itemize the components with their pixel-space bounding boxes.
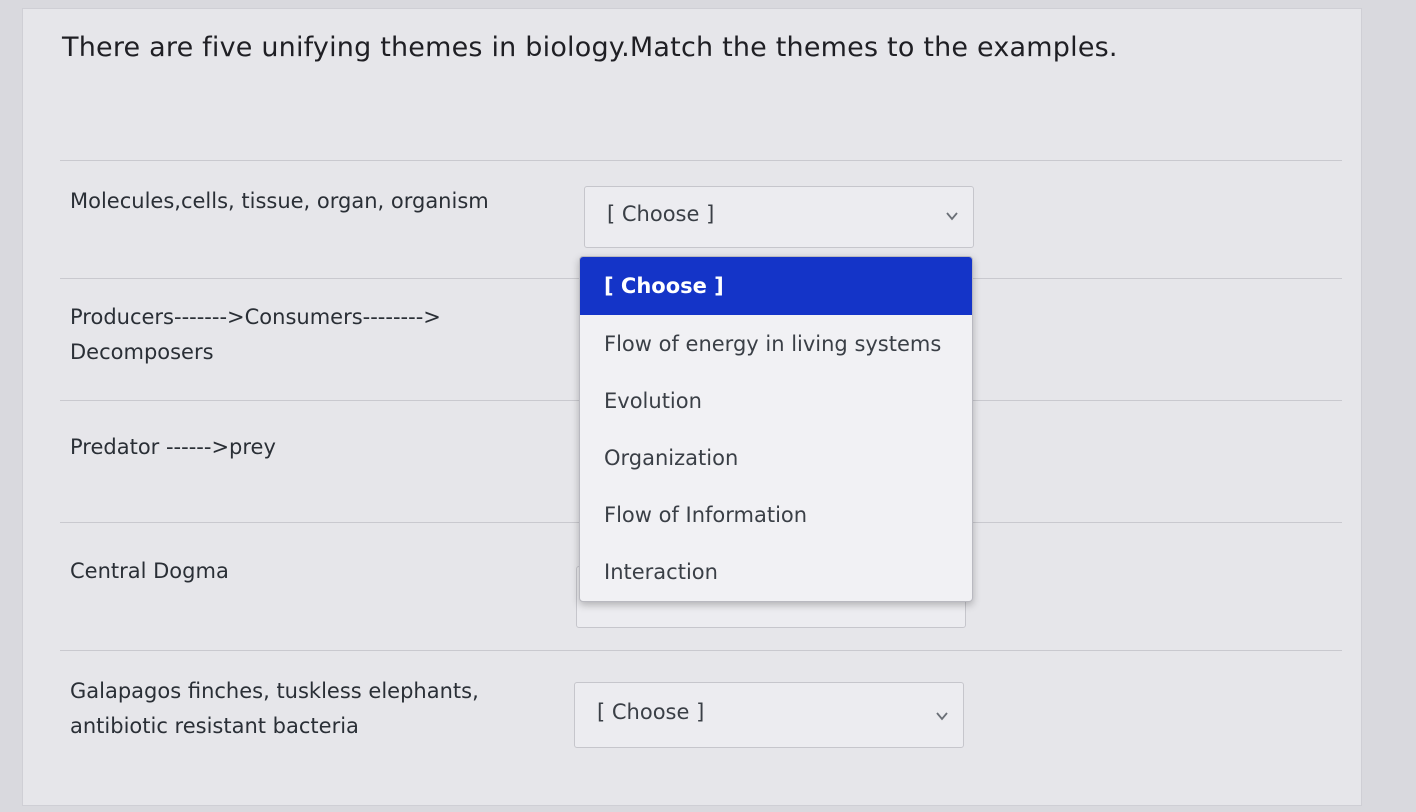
answer-label-interaction: Predator ------>prey <box>70 430 510 465</box>
answer-label-text: Central Dogma <box>70 559 229 583</box>
question-text: There are five unifying themes in biolog… <box>62 32 1118 63</box>
answer-label-line-2: Decomposers <box>70 340 214 364</box>
dropdown-option-flow-of-energy[interactable]: Flow of energy in living systems <box>580 315 972 372</box>
theme-dropdown-list: [ Choose ] Flow of energy in living syst… <box>579 256 973 602</box>
answer-label-line-1: Galapagos finches, tuskless elephants, <box>70 679 479 703</box>
divider <box>60 650 1342 651</box>
answer-label-organization: Molecules,cells, tissue, organ, organism <box>70 184 510 219</box>
chevron-down-icon <box>946 212 958 221</box>
select-value: [ Choose ] <box>607 202 715 226</box>
answer-label-text: Molecules,cells, tissue, organ, organism <box>70 189 489 213</box>
theme-select-row-5[interactable]: [ Choose ] <box>574 682 964 748</box>
dropdown-option-evolution[interactable]: Evolution <box>580 372 972 429</box>
chevron-down-icon <box>936 712 948 721</box>
dropdown-option-organization[interactable]: Organization <box>580 429 972 486</box>
answer-label-line-1: Producers------->Consumers--------> <box>70 305 441 329</box>
answer-label-text: Predator ------>prey <box>70 435 276 459</box>
divider <box>60 160 1342 161</box>
dropdown-option-flow-of-information[interactable]: Flow of Information <box>580 486 972 543</box>
answer-label-energy: Producers------->Consumers--------> Deco… <box>70 300 510 370</box>
dropdown-option-interaction[interactable]: Interaction <box>580 543 972 600</box>
theme-select-row-1[interactable]: [ Choose ] <box>584 186 974 248</box>
answer-label-evolution: Galapagos finches, tuskless elephants, a… <box>70 674 510 744</box>
answer-label-information: Central Dogma <box>70 554 510 589</box>
answer-label-line-2: antibiotic resistant bacteria <box>70 714 359 738</box>
dropdown-option-choose[interactable]: [ Choose ] <box>580 257 972 315</box>
select-value: [ Choose ] <box>597 700 705 724</box>
